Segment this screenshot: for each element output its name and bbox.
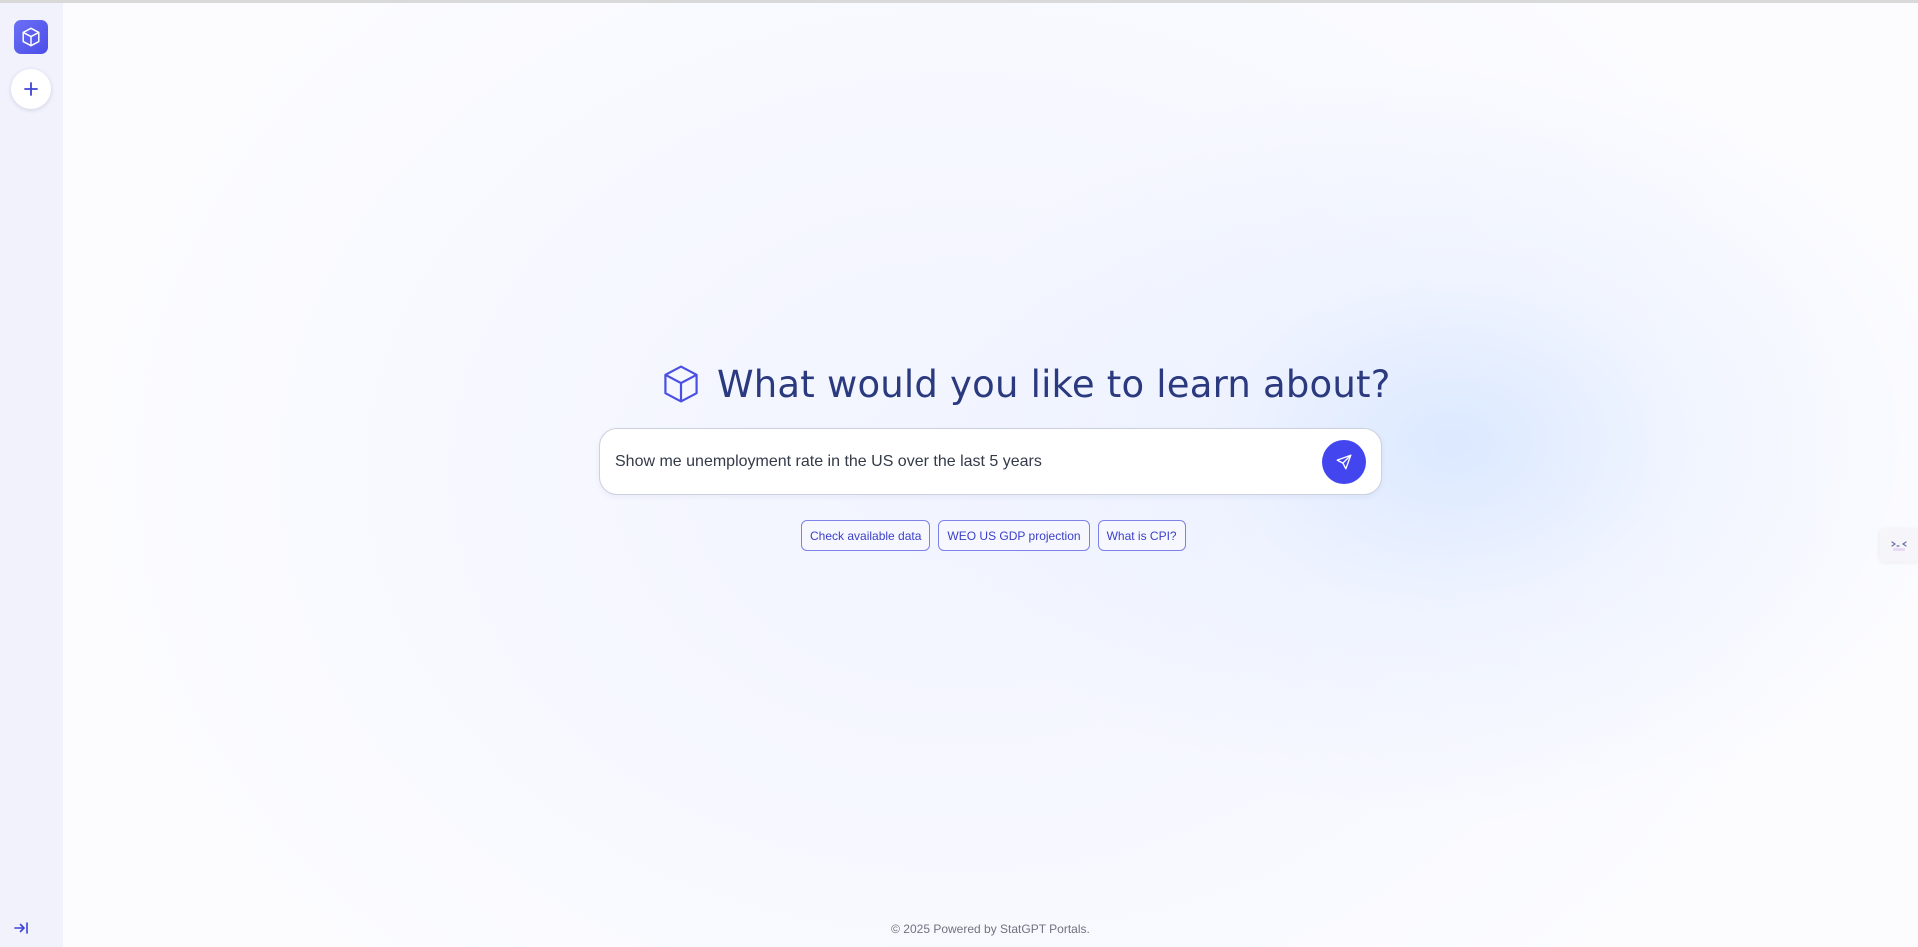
plus-icon: [24, 82, 38, 96]
expand-sidebar-button[interactable]: [10, 917, 32, 939]
page-headline: What would you like to learn about?: [659, 359, 1391, 409]
send-icon: [1336, 454, 1352, 470]
suggestion-chip[interactable]: Check available data: [801, 520, 931, 551]
expand-sidebar-icon: [14, 922, 28, 934]
main-area: What would you like to learn about? Chec…: [63, 3, 1918, 947]
footer-text: © 2025 Powered by StatGPT Portals.: [891, 922, 1090, 936]
search-input[interactable]: [615, 429, 1305, 494]
suggestion-chips: Check available data WEO US GDP projecti…: [801, 520, 1186, 551]
sidebar: [0, 3, 63, 947]
send-button[interactable]: [1322, 440, 1366, 484]
right-panel-toggle[interactable]: [1880, 528, 1918, 562]
page-title: What would you like to learn about?: [717, 362, 1391, 406]
new-chat-button[interactable]: [11, 69, 51, 109]
search-box: [599, 428, 1382, 495]
panel-toggle-icon: [1891, 541, 1907, 551]
app-logo[interactable]: [14, 20, 48, 54]
suggestion-chip[interactable]: WEO US GDP projection: [938, 520, 1090, 551]
cube-outline-icon: [664, 365, 698, 403]
cube-icon: [22, 27, 40, 47]
suggestion-chip[interactable]: What is CPI?: [1097, 520, 1186, 551]
